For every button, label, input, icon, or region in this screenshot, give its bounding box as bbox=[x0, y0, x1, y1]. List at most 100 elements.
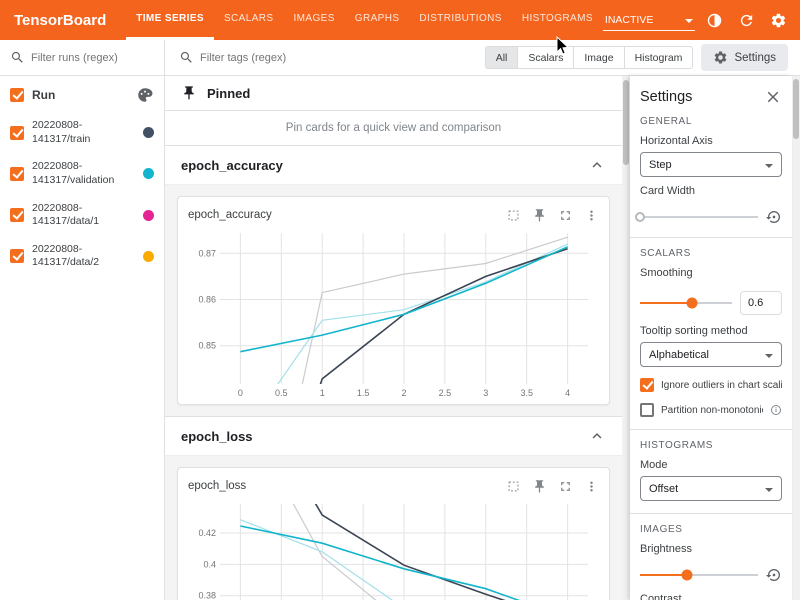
partition-x-checkbox[interactable] bbox=[640, 403, 654, 417]
partition-x-row[interactable]: Partition non-monotonic X axis bbox=[640, 403, 782, 417]
settings-scrollbar[interactable] bbox=[792, 76, 800, 600]
svg-text:0.86: 0.86 bbox=[198, 295, 216, 305]
run-name: 20220808-141317/data/1 bbox=[32, 202, 120, 229]
slider-thumb[interactable] bbox=[635, 212, 645, 222]
slider-thumb[interactable] bbox=[682, 570, 693, 581]
header-settings-button[interactable] bbox=[767, 8, 791, 32]
more-options-icon[interactable] bbox=[584, 479, 599, 494]
reset-icon[interactable] bbox=[766, 209, 782, 225]
tab-images[interactable]: IMAGES bbox=[283, 0, 344, 40]
tags-filter-input[interactable] bbox=[200, 52, 477, 64]
svg-text:4: 4 bbox=[565, 388, 570, 398]
tab-graphs[interactable]: GRAPHS bbox=[345, 0, 410, 40]
main-scrollbar[interactable] bbox=[622, 76, 630, 600]
svg-text:1.5: 1.5 bbox=[357, 388, 370, 398]
reload-status-value: INACTIVE bbox=[605, 14, 653, 26]
smoothing-slider[interactable] bbox=[640, 302, 732, 304]
run-row[interactable]: 20220808-141317/data/1 bbox=[0, 195, 164, 236]
palette-icon[interactable] bbox=[136, 86, 154, 104]
epoch-loss-chart[interactable]: 00.511.522.533.540.360.380.40.42 bbox=[188, 498, 599, 600]
filter-toolbar: All Scalars Image Histogram Settings bbox=[0, 40, 800, 76]
svg-text:2.5: 2.5 bbox=[439, 388, 452, 398]
epoch-accuracy-chart[interactable]: 00.511.522.533.540.850.860.87 bbox=[188, 227, 599, 400]
ignore-outliers-checkbox[interactable] bbox=[640, 378, 654, 392]
gear-icon bbox=[770, 12, 787, 29]
contrast-icon bbox=[706, 12, 723, 29]
app-body: Run 20220808-141317/train 20220808-14131… bbox=[0, 76, 800, 600]
runs-filter-input[interactable] bbox=[31, 52, 154, 64]
slider-fill bbox=[640, 574, 687, 576]
close-icon[interactable] bbox=[764, 88, 782, 106]
select-all-runs-checkbox[interactable] bbox=[10, 88, 24, 102]
run-row[interactable]: 20220808-141317/train bbox=[0, 112, 164, 153]
tab-scalars[interactable]: SCALARS bbox=[214, 0, 284, 40]
cards-main-area: Pinned Pin cards for a quick view and co… bbox=[165, 76, 630, 600]
slider-thumb[interactable] bbox=[687, 298, 698, 309]
tab-time-series[interactable]: TIME SERIES bbox=[126, 0, 214, 40]
filter-chip-all[interactable]: All bbox=[485, 46, 519, 69]
chart-canvas[interactable]: 00.511.522.533.540.850.860.87 bbox=[188, 227, 598, 400]
filter-chip-image[interactable]: Image bbox=[573, 46, 624, 69]
run-checkbox[interactable] bbox=[10, 167, 24, 181]
card-title: epoch_loss bbox=[188, 480, 506, 492]
tag-section-body: epoch_accuracy 00.511.522.533.540.850.86… bbox=[165, 184, 622, 417]
settings-scrollbar-thumb[interactable] bbox=[793, 79, 799, 139]
main-scrollbar-thumb[interactable] bbox=[623, 80, 629, 165]
brightness-slider[interactable] bbox=[640, 574, 758, 576]
run-checkbox[interactable] bbox=[10, 126, 24, 140]
chart-canvas[interactable]: 00.511.522.533.540.360.380.40.42 bbox=[188, 498, 598, 600]
scalar-card-epoch-loss: epoch_loss 00.511.522.533.540.360.380.40… bbox=[177, 467, 610, 600]
brightness-label: Brightness bbox=[640, 543, 782, 555]
theme-toggle-button[interactable] bbox=[703, 8, 727, 32]
runs-column-header: Run bbox=[0, 76, 164, 112]
brightness-control bbox=[640, 567, 782, 583]
run-checkbox[interactable] bbox=[10, 208, 24, 222]
fit-domain-icon[interactable] bbox=[506, 479, 521, 494]
histogram-mode-select[interactable]: Offset bbox=[640, 476, 782, 501]
tooltip-sorting-select[interactable]: Alphabetical bbox=[640, 342, 782, 367]
settings-toggle-button[interactable]: Settings bbox=[701, 44, 788, 71]
fullscreen-icon[interactable] bbox=[558, 208, 573, 223]
run-color-dot bbox=[143, 251, 154, 262]
pin-card-icon[interactable] bbox=[532, 208, 547, 223]
pinned-title: Pinned bbox=[207, 86, 250, 101]
run-row[interactable]: 20220808-141317/data/2 bbox=[0, 236, 164, 277]
filter-chip-histogram[interactable]: Histogram bbox=[624, 46, 694, 69]
filter-chip-scalars[interactable]: Scalars bbox=[517, 46, 574, 69]
tab-histograms[interactable]: HISTOGRAMS bbox=[512, 0, 603, 40]
card-width-label: Card Width bbox=[640, 185, 782, 197]
run-name: 20220808-141317/train bbox=[32, 119, 120, 146]
reload-status-select[interactable]: INACTIVE bbox=[603, 9, 695, 31]
tags-filter-bar: All Scalars Image Histogram Settings bbox=[165, 40, 800, 75]
collapse-chevron-up-icon[interactable] bbox=[588, 156, 606, 174]
pin-card-icon[interactable] bbox=[532, 479, 547, 494]
histogram-mode-value: Offset bbox=[649, 483, 678, 495]
tag-section-header-epoch-accuracy[interactable]: epoch_accuracy bbox=[165, 146, 622, 184]
card-width-slider[interactable] bbox=[640, 216, 758, 218]
svg-text:0.5: 0.5 bbox=[275, 388, 288, 398]
info-icon bbox=[770, 404, 782, 416]
chevron-down-icon bbox=[765, 164, 773, 172]
run-row[interactable]: 20220808-141317/validation bbox=[0, 153, 164, 194]
card-header: epoch_accuracy bbox=[188, 203, 599, 227]
smoothing-value-input[interactable]: 0.6 bbox=[740, 291, 782, 315]
card-title: epoch_accuracy bbox=[188, 209, 506, 221]
horizontal-axis-select[interactable]: Step bbox=[640, 152, 782, 177]
tag-section-header-epoch-loss[interactable]: epoch_loss bbox=[165, 417, 622, 455]
ignore-outliers-row[interactable]: Ignore outliers in chart scaling bbox=[640, 378, 782, 392]
collapse-chevron-up-icon[interactable] bbox=[588, 427, 606, 445]
tensorboard-app: TensorBoard TIME SERIES SCALARS IMAGES G… bbox=[0, 0, 800, 600]
reset-icon[interactable] bbox=[766, 567, 782, 583]
horizontal-axis-label: Horizontal Axis bbox=[640, 135, 782, 147]
run-checkbox[interactable] bbox=[10, 249, 24, 263]
run-color-dot bbox=[143, 127, 154, 138]
divider bbox=[630, 513, 792, 514]
tooltip-sorting-value: Alphabetical bbox=[649, 349, 709, 361]
fit-domain-icon[interactable] bbox=[506, 208, 521, 223]
ignore-outliers-label: Ignore outliers in chart scaling bbox=[661, 380, 782, 391]
tags-filter-box bbox=[179, 50, 477, 65]
tab-distributions[interactable]: DISTRIBUTIONS bbox=[409, 0, 511, 40]
fullscreen-icon[interactable] bbox=[558, 479, 573, 494]
refresh-button[interactable] bbox=[735, 8, 759, 32]
more-options-icon[interactable] bbox=[584, 208, 599, 223]
